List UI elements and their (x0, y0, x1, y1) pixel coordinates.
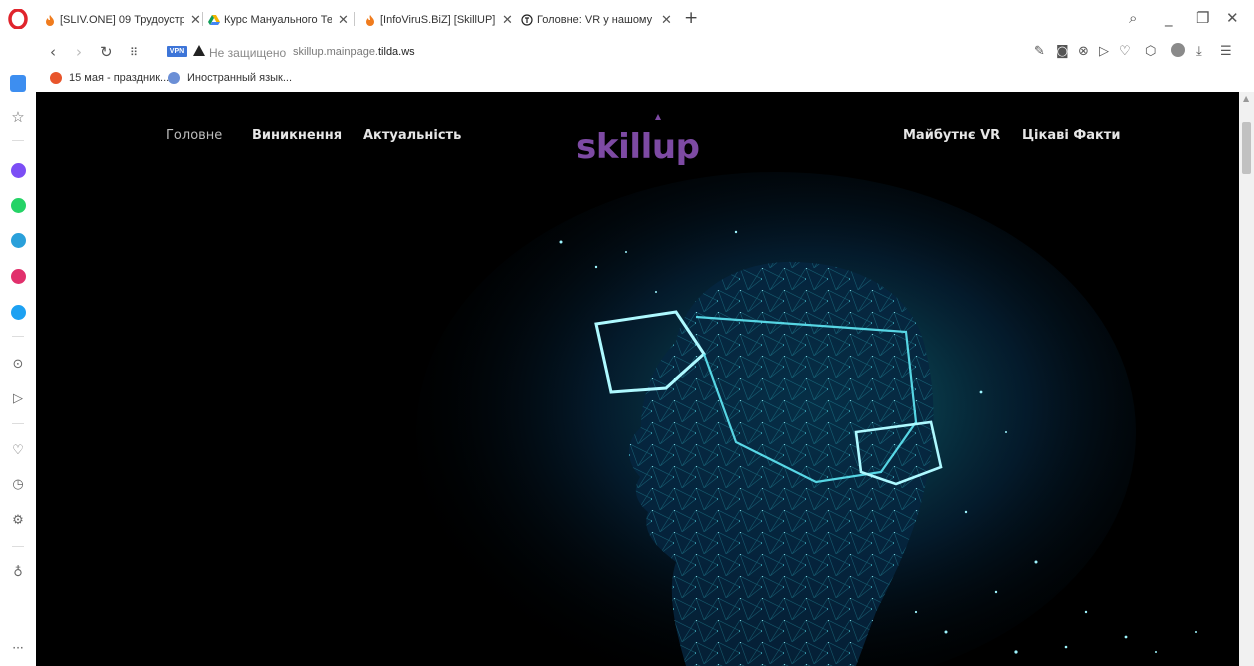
clock-icon: ◷ (12, 476, 24, 492)
sidebar-instagram[interactable] (10, 268, 26, 284)
sidebar-home[interactable] (10, 74, 26, 92)
fire-icon (366, 15, 374, 26)
close-icon[interactable]: ✕ (502, 12, 513, 28)
bookmark-item[interactable]: Иностранный язык... (168, 72, 292, 84)
sidebar-whatsapp[interactable] (10, 197, 26, 213)
close-window-button[interactable]: ✕ (1226, 9, 1239, 27)
security-status[interactable]: Не защищено (209, 46, 286, 60)
sidebar-tips[interactable]: ♁ (10, 564, 26, 580)
star-icon: ☆ (11, 108, 25, 126)
opera-menu-icon[interactable] (8, 9, 28, 29)
vpn-badge[interactable]: VPN (167, 46, 187, 57)
tab-title: [InfoViruS.BiZ] [SkillUP] Ел (380, 14, 496, 26)
heart-icon: ♡ (12, 442, 24, 458)
adblock-icon[interactable]: ⊗ (1078, 44, 1089, 59)
bookmark-favicon-icon (50, 72, 62, 84)
sidebar-player[interactable]: ⊙ (10, 356, 26, 372)
send-icon: ▷ (13, 390, 23, 406)
close-icon[interactable]: ✕ (338, 12, 349, 28)
sidebar-pinboard[interactable]: ♡ (10, 442, 26, 458)
telegram-icon (10, 232, 26, 248)
sidebar-divider (12, 546, 24, 547)
nav-link-home[interactable]: Головне (166, 128, 222, 143)
scrollbar-thumb[interactable] (1242, 122, 1251, 174)
reload-button[interactable]: ↻ (100, 43, 113, 61)
cube-icon[interactable]: ⬡ (1145, 44, 1156, 59)
download-icon[interactable]: ⤓ (1196, 44, 1202, 59)
fire-icon (46, 15, 54, 26)
gear-icon: ⚙ (12, 512, 24, 528)
browser-window: [SLIV.ONE] 09 Трудоустро ✕ Курс Мануальн… (0, 0, 1254, 666)
bookmark-favicon-icon (168, 72, 180, 84)
sidebar-settings[interactable]: ⚙ (10, 512, 26, 528)
sidebar-telegram[interactable] (10, 232, 26, 248)
sidebar-twitter[interactable] (10, 304, 26, 320)
tab-title: [SLIV.ONE] 09 Трудоустро (60, 14, 184, 26)
sidebar-flow[interactable]: ▷ (10, 390, 26, 406)
heart-icon[interactable]: ♡ (1119, 44, 1131, 59)
new-tab-button[interactable]: + (684, 8, 698, 28)
bookmark-label: Иностранный язык... (187, 72, 293, 84)
play-icon: ⊙ (12, 356, 24, 372)
warning-icon[interactable] (193, 45, 205, 56)
svg-text:skillup: skillup (576, 127, 700, 166)
whatsapp-icon (10, 197, 26, 213)
sidebar-history[interactable]: ◷ (10, 476, 26, 492)
scroll-up-arrow-icon[interactable]: ▲ (1243, 94, 1249, 103)
nav-link-origin[interactable]: Виникнення (252, 128, 342, 143)
url-field[interactable]: skillup.mainpage.tilda.ws (293, 46, 415, 58)
twitter-icon (10, 304, 26, 320)
tab-title: Головне: VR у нашому жи (537, 14, 655, 26)
tab-active-vr[interactable]: Головне: VR у нашому жи ✕ (521, 9, 677, 31)
bookmarks-bar: 15 мая - праздник... Иностранный язык... (36, 68, 1254, 92)
nav-link-facts[interactable]: Цікаві Факти (1022, 128, 1120, 143)
bookmark-item[interactable]: 15 мая - праздник... (50, 72, 169, 84)
page-scrollbar[interactable]: ▲ (1239, 92, 1254, 666)
profile-icon[interactable] (1171, 43, 1185, 57)
tilda-icon (521, 14, 533, 26)
minimize-button[interactable]: _ (1165, 9, 1173, 27)
sidebar-more[interactable]: ··· (10, 640, 26, 656)
send-icon[interactable]: ▷ (1099, 44, 1109, 59)
skillup-logo[interactable]: skillup (576, 110, 702, 166)
sidebar: ☆ ⊙ ▷ ♡ ◷ ⚙ ♁ ··· (0, 68, 36, 666)
close-icon[interactable]: ✕ (661, 12, 672, 28)
speed-dial-icon[interactable]: ⠿ (130, 46, 138, 59)
tab-sliv[interactable]: [SLIV.ONE] 09 Трудоустро ✕ (44, 9, 204, 31)
web-page-viewport: Головне Виникнення Актуальність Майбутнє… (36, 92, 1239, 666)
tab-title: Курс Мануального Тесту (224, 14, 332, 26)
url-prefix: skillup.mainpage. (293, 46, 378, 58)
home-icon (10, 74, 26, 92)
close-icon[interactable]: ✕ (190, 12, 201, 28)
camera-icon[interactable]: ◙ (1056, 44, 1069, 59)
search-tabs-icon[interactable]: ⌕ (1129, 9, 1137, 27)
sidebar-messenger[interactable] (10, 162, 26, 178)
instagram-icon (10, 268, 26, 284)
google-drive-icon (208, 15, 220, 25)
tab-separator (202, 12, 203, 26)
settings-sliders-icon[interactable]: ☰ (1220, 44, 1232, 59)
sidebar-divider (12, 140, 24, 141)
tab-strip: [SLIV.ONE] 09 Трудоустро ✕ Курс Мануальн… (0, 0, 1254, 38)
url-host: tilda.ws (378, 46, 415, 58)
sidebar-bookmarks[interactable]: ☆ (10, 108, 26, 126)
tab-course[interactable]: Курс Мануального Тесту ✕ (208, 9, 350, 31)
messenger-icon (10, 162, 26, 178)
lightbulb-icon: ♁ (13, 564, 23, 580)
back-button[interactable]: ‹ (50, 43, 56, 61)
restore-button[interactable]: ❐ (1196, 9, 1209, 27)
nav-link-relevance[interactable]: Актуальність (363, 128, 461, 143)
edit-icon[interactable]: ✎ (1034, 44, 1045, 59)
sidebar-divider (12, 423, 24, 424)
bookmark-label: 15 мая - праздник... (69, 72, 170, 84)
forward-button[interactable]: › (76, 43, 82, 61)
tab-separator (354, 12, 355, 26)
nav-link-future-vr[interactable]: Майбутнє VR (903, 128, 1000, 143)
sidebar-divider (12, 336, 24, 337)
address-bar: ‹ › ↻ ⠿ VPN Не защищено skillup.mainpage… (36, 38, 1254, 68)
tab-infovirus[interactable]: [InfoViruS.BiZ] [SkillUP] Ел ✕ (364, 9, 516, 31)
vr-head-hero-image (416, 172, 1197, 666)
